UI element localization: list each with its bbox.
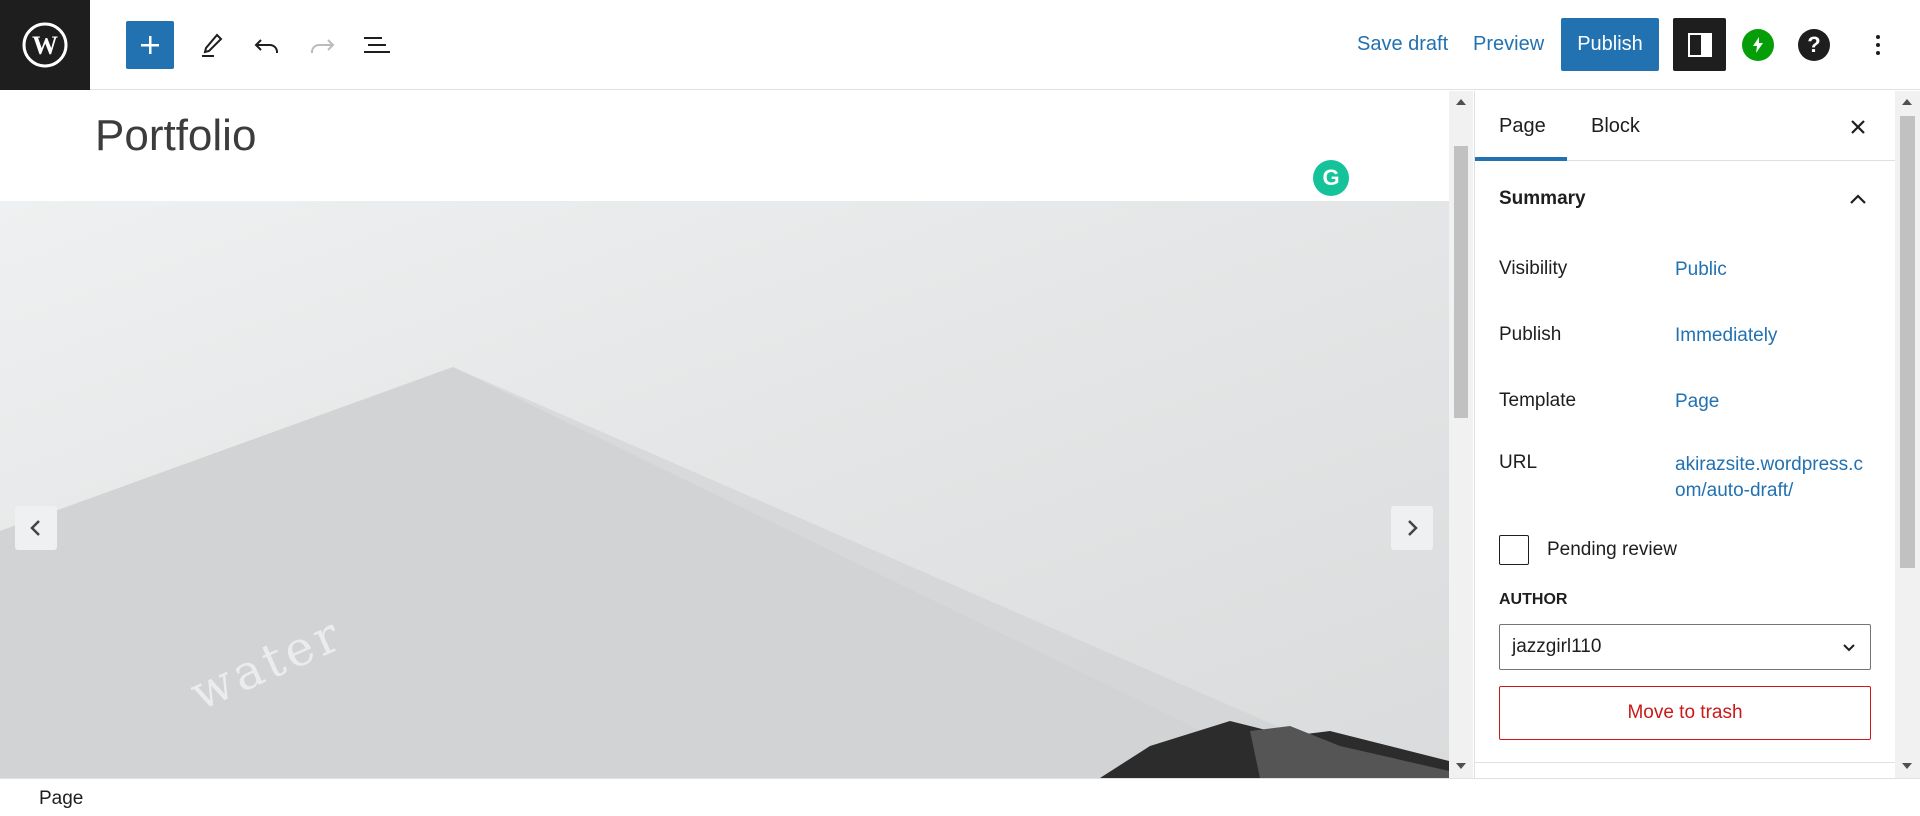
- redo-button[interactable]: [298, 21, 346, 69]
- sidebar-scroll-down-arrow-icon[interactable]: [1899, 759, 1915, 773]
- tools-button[interactable]: [188, 21, 236, 69]
- publish-date-value[interactable]: Immediately: [1675, 325, 1777, 347]
- settings-sidebar: Page Block Summary Visibility Public Pub…: [1474, 91, 1895, 778]
- scroll-up-arrow-icon[interactable]: [1453, 95, 1469, 109]
- pending-review-checkbox[interactable]: [1499, 535, 1529, 565]
- jetpack-button[interactable]: [1742, 29, 1774, 61]
- sidebar-tabs: Page Block: [1475, 91, 1895, 161]
- slider-prev-button[interactable]: [15, 506, 57, 550]
- sidebar-divider: [1475, 762, 1895, 763]
- canvas-scrollbar[interactable]: [1449, 91, 1473, 778]
- undo-icon: [254, 39, 278, 53]
- chevron-down-icon: [1843, 644, 1855, 652]
- breadcrumb[interactable]: Page: [39, 788, 83, 810]
- tab-page[interactable]: Page: [1499, 115, 1546, 138]
- editor-footer: Page: [0, 778, 1920, 816]
- template-label: Template: [1499, 390, 1577, 411]
- url-label: URL: [1499, 452, 1538, 473]
- image-slider[interactable]: water: [0, 201, 1449, 778]
- help-button[interactable]: ?: [1798, 29, 1830, 61]
- visibility-value[interactable]: Public: [1675, 259, 1727, 281]
- page-title[interactable]: Portfolio: [95, 111, 256, 161]
- scroll-down-arrow-icon[interactable]: [1453, 759, 1469, 773]
- visibility-label: Visibility: [1499, 258, 1568, 279]
- list-view-icon: [364, 37, 390, 53]
- template-value[interactable]: Page: [1675, 391, 1719, 413]
- svg-text:W: W: [32, 31, 58, 60]
- jetpack-icon: [1753, 37, 1763, 53]
- settings-toggle-button[interactable]: [1673, 18, 1726, 71]
- slide-image: water: [0, 367, 1449, 778]
- save-draft-button[interactable]: Save draft: [1357, 33, 1448, 56]
- editor-header: W Save draft Preview Publish ?: [0, 0, 1920, 90]
- summary-panel-title[interactable]: Summary: [1499, 188, 1586, 210]
- pencil-icon: [202, 33, 223, 57]
- publish-button[interactable]: Publish: [1561, 18, 1659, 71]
- sidebar-toggle-icon: [1687, 32, 1712, 57]
- sidebar-scroll-up-arrow-icon[interactable]: [1899, 95, 1915, 109]
- list-view-button[interactable]: [353, 21, 401, 69]
- move-to-trash-button[interactable]: Move to trash: [1499, 686, 1871, 740]
- more-vertical-icon: [1876, 35, 1880, 39]
- close-sidebar-button[interactable]: [1844, 113, 1872, 141]
- author-select-value: jazzgirl110: [1512, 636, 1602, 657]
- add-block-button[interactable]: [126, 21, 174, 69]
- publish-label: Publish: [1499, 324, 1562, 345]
- undo-button[interactable]: [243, 21, 291, 69]
- plus-icon: [141, 36, 159, 54]
- sidebar-scrollbar-thumb[interactable]: [1900, 116, 1915, 568]
- author-select[interactable]: jazzgirl110: [1499, 624, 1871, 670]
- close-icon: [1851, 120, 1865, 134]
- redo-icon: [311, 39, 335, 53]
- chevron-right-icon: [1408, 520, 1418, 536]
- active-tab-indicator: [1475, 157, 1567, 161]
- url-value[interactable]: akirazsite.wordpress.c om/auto-draft/: [1675, 452, 1863, 504]
- preview-button[interactable]: Preview: [1473, 33, 1544, 56]
- sidebar-scrollbar[interactable]: [1895, 91, 1920, 778]
- pending-review-label: Pending review: [1547, 539, 1677, 560]
- wordpress-logo-icon[interactable]: W: [0, 0, 90, 90]
- slider-next-button[interactable]: [1391, 506, 1433, 550]
- editor-canvas[interactable]: Portfolio G water: [0, 91, 1449, 778]
- help-icon: ?: [1807, 32, 1821, 57]
- chevron-left-icon: [30, 520, 40, 536]
- tab-block[interactable]: Block: [1591, 115, 1640, 138]
- grammarly-icon[interactable]: G: [1313, 160, 1349, 196]
- author-label: AUTHOR: [1499, 591, 1568, 608]
- summary-collapse-button[interactable]: [1844, 185, 1872, 213]
- chevron-up-icon: [1850, 194, 1866, 204]
- scrollbar-thumb[interactable]: [1454, 146, 1468, 418]
- more-options-button[interactable]: [1862, 29, 1894, 61]
